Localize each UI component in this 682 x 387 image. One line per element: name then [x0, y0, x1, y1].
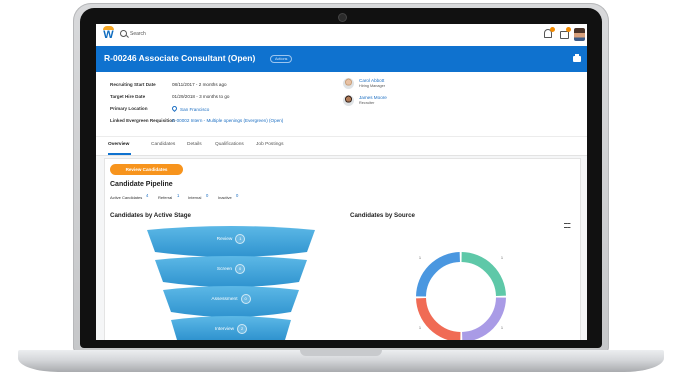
inbox-badge [566, 27, 571, 32]
tab-job-postings[interactable]: Job Postings [256, 142, 283, 147]
stage-screen-label: Screen [216, 266, 233, 272]
inactive-count[interactable]: 0 [236, 193, 238, 198]
tab-candidates[interactable]: Candidates [151, 142, 175, 147]
legend-icon[interactable]: ▬▬ ▬▬ [564, 221, 570, 230]
hiring-manager-name[interactable]: Carol Abbott [359, 78, 384, 83]
stage-interview[interactable]: Interview 2 [175, 321, 287, 337]
stage-review[interactable]: Review 1 [151, 229, 311, 249]
stage-screen[interactable]: Screen 0 [159, 259, 303, 279]
tab-details[interactable]: Details [187, 142, 202, 147]
webcam [339, 14, 346, 21]
page-title: R-00246 Associate Consultant (Open) [104, 53, 256, 63]
linked-requisition-label: Linked Evergreen Requisition [110, 118, 175, 123]
search-icon [120, 30, 127, 37]
print-icon[interactable] [573, 54, 581, 62]
stage-review-label: Review [216, 236, 233, 242]
screen: W Search R-00246 Associate Consultant (O… [96, 24, 587, 340]
active-tab-indicator [108, 153, 131, 155]
referral-count[interactable]: 1 [177, 193, 179, 198]
stage-chart-title: Candidates by Active Stage [110, 212, 191, 219]
inactive-label: Inactive [218, 195, 232, 200]
target-hire-label: Target Hire Date [110, 94, 146, 99]
primary-location-value: San Francisco [180, 107, 210, 112]
review-candidates-button[interactable]: Review Candidates [110, 164, 183, 175]
location-pin-icon [170, 104, 179, 113]
stage-interview-label: Interview [214, 326, 235, 332]
inbox-icon[interactable] [560, 31, 569, 39]
primary-location-label: Primary Location [110, 106, 148, 111]
target-hire-value: 01/29/2018 - 3 months to go [172, 94, 230, 99]
top-bar: W Search [96, 24, 587, 47]
donut-slice-1[interactable] [461, 252, 506, 297]
linked-requisition-link[interactable]: E-00002 Intern - Multiple openings (Ever… [172, 118, 283, 123]
user-avatar[interactable] [574, 28, 585, 41]
requisition-details: Recruiting Start Date 08/11/2017 - 2 mon… [96, 72, 587, 136]
active-candidates-count[interactable]: 4 [146, 193, 148, 198]
pipeline-title: Candidate Pipeline [110, 181, 173, 188]
notification-badge [550, 27, 555, 32]
slice-label-3: 1 [419, 326, 421, 330]
recruiting-start-label: Recruiting Start Date [110, 82, 156, 87]
recruiting-start-value: 08/11/2017 - 2 months ago [172, 82, 227, 87]
hiring-manager-avatar[interactable] [343, 78, 354, 89]
internal-label: Internal [188, 195, 202, 200]
source-donut-chart [416, 252, 506, 340]
donut-slice-3[interactable] [416, 297, 461, 340]
search-box[interactable]: Search [120, 30, 146, 37]
workday-logo[interactable]: W [102, 26, 115, 42]
stage-assessment-count: 0 [240, 294, 251, 304]
recruiter-avatar[interactable] [343, 95, 354, 106]
slice-label-4: 1 [501, 326, 503, 330]
slice-label-1: 1 [419, 256, 421, 260]
donut-slice-4[interactable] [416, 252, 461, 297]
stage-review-count: 1 [235, 234, 246, 244]
tab-bar: Overview Candidates Details Qualificatio… [96, 136, 587, 156]
recruiter-role: Recruiter [359, 101, 375, 105]
donut-slice-2[interactable] [461, 297, 506, 340]
recruiter-name[interactable]: James Moore [359, 95, 387, 100]
tab-overview[interactable]: Overview [108, 142, 129, 147]
hiring-manager-role: Hiring Manager [359, 84, 385, 88]
actions-button[interactable]: Actions [270, 55, 293, 63]
stage-screen-count: 0 [235, 264, 246, 274]
referral-label: Referral [158, 195, 173, 200]
page-header: R-00246 Associate Consultant (Open) Acti… [96, 46, 587, 72]
slice-label-2: 1 [501, 256, 503, 260]
search-placeholder: Search [130, 30, 146, 37]
stage-interview-count: 2 [237, 324, 248, 334]
stage-assessment-label: Assessment [211, 296, 238, 302]
primary-location-link[interactable]: San Francisco [170, 104, 210, 113]
laptop-notch [300, 350, 382, 356]
active-candidates-label: Active Candidates [110, 195, 143, 200]
tab-qualifications[interactable]: Qualifications [215, 142, 244, 147]
internal-count[interactable]: 0 [206, 193, 208, 198]
stage-assessment[interactable]: Assessment 0 [167, 289, 295, 309]
source-chart-title: Candidates by Source [350, 212, 415, 219]
